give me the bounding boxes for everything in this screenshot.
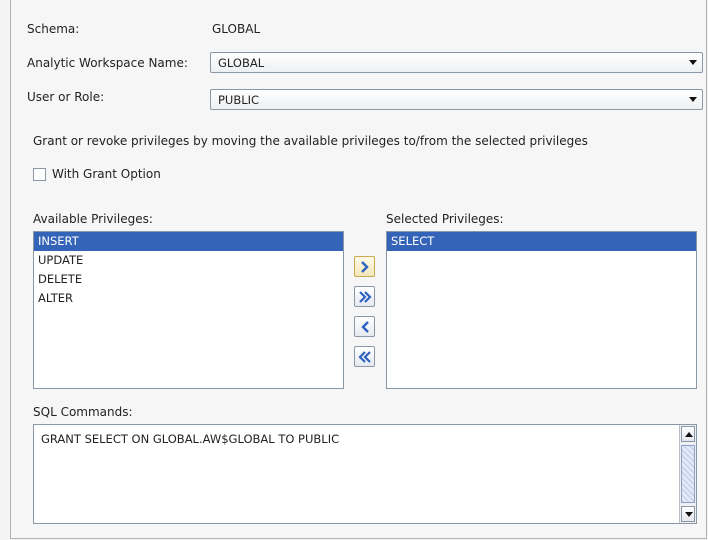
arrow-up-icon — [685, 432, 693, 437]
chevron-left-icon — [361, 321, 369, 333]
sql-commands-label: SQL Commands: — [33, 405, 133, 419]
arrow-down-icon — [685, 512, 693, 517]
schema-label: Schema: — [27, 22, 80, 36]
list-item[interactable]: SELECT — [387, 232, 696, 251]
list-item[interactable]: ALTER — [34, 289, 343, 308]
with-grant-option-checkbox[interactable] — [33, 168, 46, 181]
instructions-text: Grant or revoke privileges by moving the… — [33, 134, 588, 148]
chevron-down-icon[interactable] — [689, 60, 697, 65]
move-left-button[interactable] — [354, 316, 375, 337]
aw-name-value: GLOBAL — [218, 56, 265, 70]
list-item[interactable]: INSERT — [34, 232, 343, 251]
double-chevron-left-icon — [358, 351, 371, 363]
aw-name-label: Analytic Workspace Name: — [27, 56, 188, 70]
scroll-up-button[interactable] — [681, 426, 695, 442]
user-role-combobox[interactable]: PUBLIC — [210, 89, 703, 110]
available-privileges-list[interactable]: INSERT UPDATE DELETE ALTER — [33, 231, 344, 389]
double-chevron-right-icon — [359, 291, 372, 303]
sql-command-text: GRANT SELECT ON GLOBAL.AW$GLOBAL TO PUBL… — [41, 432, 340, 446]
selected-privileges-list[interactable]: SELECT — [386, 231, 697, 389]
scroll-down-button[interactable] — [681, 506, 695, 522]
list-item[interactable]: UPDATE — [34, 251, 343, 270]
user-role-label: User or Role: — [27, 90, 105, 104]
selected-privileges-label: Selected Privileges: — [386, 212, 504, 226]
chevron-right-icon — [361, 261, 369, 273]
sql-commands-textarea[interactable]: GRANT SELECT ON GLOBAL.AW$GLOBAL TO PUBL… — [33, 424, 697, 524]
move-all-right-button[interactable] — [354, 286, 375, 307]
user-role-value: PUBLIC — [218, 93, 260, 107]
aw-name-combobox[interactable]: GLOBAL — [210, 52, 703, 73]
list-item[interactable]: DELETE — [34, 270, 343, 289]
with-grant-option-label[interactable]: With Grant Option — [52, 167, 161, 181]
schema-value: GLOBAL — [212, 22, 261, 36]
scroll-thumb[interactable] — [681, 445, 695, 503]
chevron-down-icon[interactable] — [689, 97, 697, 102]
sql-vertical-scrollbar[interactable] — [679, 425, 696, 523]
move-right-button[interactable] — [354, 256, 375, 277]
move-all-left-button[interactable] — [354, 346, 375, 367]
available-privileges-label: Available Privileges: — [33, 212, 153, 226]
